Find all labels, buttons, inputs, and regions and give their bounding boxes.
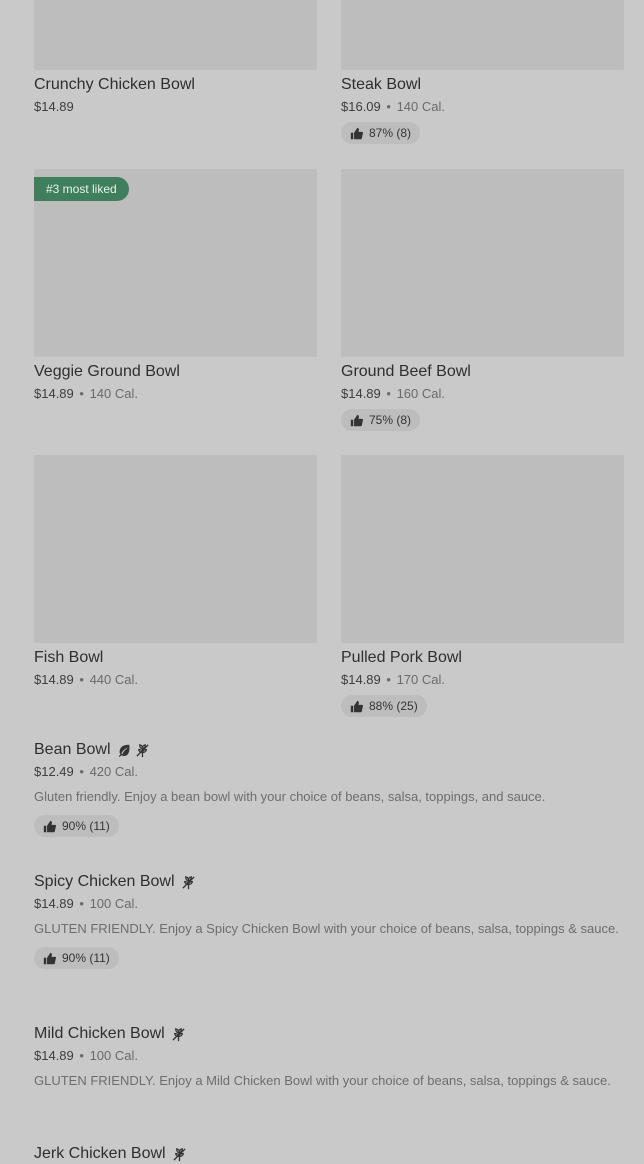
item-meta: $14.89 bbox=[34, 100, 317, 114]
list-item[interactable]: Bean Bowl $12.49 • 420 Cal. Gluten frien… bbox=[34, 741, 624, 838]
item-price: $14.89 bbox=[34, 672, 74, 687]
item-price: $14.89 bbox=[341, 386, 381, 401]
thumbs-up-icon bbox=[350, 700, 363, 713]
item-name: Fish Bowl bbox=[34, 649, 104, 666]
separator: • bbox=[79, 672, 84, 687]
rating-value: 90% (11) bbox=[62, 951, 110, 965]
item-name: Mild Chicken Bowl bbox=[34, 1025, 165, 1042]
item-calories: 440 Cal. bbox=[89, 672, 138, 687]
item-meta: $14.89 • 160 Cal. bbox=[341, 387, 624, 401]
menu-card[interactable]: #3 most liked Veggie Ground Bowl $14.89 … bbox=[34, 169, 317, 401]
item-calories: 140 Cal. bbox=[396, 99, 445, 114]
separator: • bbox=[79, 386, 84, 401]
thumbs-up-icon bbox=[43, 820, 56, 833]
rating-pill: 88% (25) bbox=[341, 695, 427, 717]
list-item[interactable]: Spicy Chicken Bowl $14.89 • 100 Cal. GLU… bbox=[34, 873, 624, 970]
item-price: $14.89 bbox=[34, 896, 74, 911]
item-name-row: Spicy Chicken Bowl bbox=[34, 873, 624, 891]
item-name-row: Mild Chicken Bowl bbox=[34, 1025, 624, 1043]
menu-card[interactable]: Pulled Pork Bowl $14.89 • 170 Cal. 88% (… bbox=[341, 455, 624, 718]
item-image[interactable] bbox=[34, 455, 317, 643]
item-meta: $12.49 • 420 Cal. bbox=[34, 765, 624, 779]
item-name: Ground Beef Bowl bbox=[341, 363, 471, 380]
separator: • bbox=[386, 672, 391, 687]
item-price: $14.89 bbox=[34, 99, 74, 114]
item-meta: $14.89 • 170 Cal. bbox=[341, 673, 624, 687]
item-image[interactable] bbox=[34, 0, 317, 70]
thumbs-up-icon bbox=[43, 952, 56, 965]
item-calories: 140 Cal. bbox=[89, 386, 138, 401]
item-name: Veggie Ground Bowl bbox=[34, 363, 180, 380]
rating-pill: 75% (8) bbox=[341, 409, 421, 431]
menu-card[interactable]: Ground Beef Bowl $14.89 • 160 Cal. 75% (… bbox=[341, 169, 624, 432]
item-meta: $14.89 • 140 Cal. bbox=[34, 387, 317, 401]
item-image[interactable] bbox=[341, 169, 624, 357]
item-price: $14.89 bbox=[341, 672, 381, 687]
item-image[interactable]: #3 most liked bbox=[34, 169, 317, 357]
item-price: $14.89 bbox=[34, 1048, 74, 1063]
menu-card[interactable]: Steak Bowl $16.09 • 140 Cal. 87% (8) bbox=[341, 0, 624, 145]
item-meta: $14.89 • 100 Cal. bbox=[34, 1049, 624, 1063]
item-name: Crunchy Chicken Bowl bbox=[34, 76, 195, 93]
list-item[interactable]: Jerk Chicken Bowl bbox=[34, 1145, 624, 1163]
wheat-free-icon bbox=[181, 875, 196, 890]
menu-card[interactable]: Crunchy Chicken Bowl $14.89 bbox=[34, 0, 317, 114]
leaf-icon bbox=[117, 743, 131, 757]
item-description: GLUTEN FRIENDLY. Enjoy a Spicy Chicken B… bbox=[34, 921, 619, 936]
item-image[interactable] bbox=[341, 0, 624, 70]
item-meta: $14.89 • 100 Cal. bbox=[34, 897, 624, 911]
separator: • bbox=[79, 1048, 84, 1063]
item-price: $16.09 bbox=[341, 99, 381, 114]
thumbs-up-icon bbox=[350, 414, 363, 427]
menu-card[interactable]: Fish Bowl $14.89 • 440 Cal. bbox=[34, 455, 317, 687]
item-calories: 170 Cal. bbox=[396, 672, 445, 687]
separator: • bbox=[79, 896, 84, 911]
rating-pill: 90% (11) bbox=[34, 815, 119, 837]
rating-value: 90% (11) bbox=[62, 819, 110, 833]
item-description: Gluten friendly. Enjoy a bean bowl with … bbox=[34, 789, 546, 804]
rating-pill: 90% (11) bbox=[34, 947, 119, 969]
item-calories: 100 Cal. bbox=[89, 1048, 138, 1063]
item-calories: 100 Cal. bbox=[89, 896, 138, 911]
item-name: Jerk Chicken Bowl bbox=[34, 1145, 166, 1162]
item-name: Steak Bowl bbox=[341, 76, 422, 93]
item-image[interactable] bbox=[341, 455, 624, 643]
separator: • bbox=[386, 99, 391, 114]
item-name-row: Jerk Chicken Bowl bbox=[34, 1145, 624, 1163]
item-calories: 420 Cal. bbox=[89, 764, 138, 779]
most-liked-badge: #3 most liked bbox=[34, 177, 129, 201]
item-name: Spicy Chicken Bowl bbox=[34, 873, 175, 890]
wheat-free-icon bbox=[135, 743, 150, 758]
item-name: Bean Bowl bbox=[34, 741, 111, 758]
item-meta: $16.09 • 140 Cal. bbox=[341, 100, 624, 114]
rating-pill: 87% (8) bbox=[341, 122, 421, 144]
thumbs-up-icon bbox=[350, 127, 363, 140]
list-item[interactable]: Mild Chicken Bowl $14.89 • 100 Cal. GLUT… bbox=[34, 1025, 624, 1091]
rating-value: 75% (8) bbox=[369, 413, 412, 427]
item-name-row: Bean Bowl bbox=[34, 741, 624, 759]
separator: • bbox=[79, 764, 84, 779]
item-description: GLUTEN FRIENDLY. Enjoy a Mild Chicken Bo… bbox=[34, 1073, 611, 1088]
item-meta: $14.89 • 440 Cal. bbox=[34, 673, 317, 687]
item-name: Pulled Pork Bowl bbox=[341, 649, 462, 666]
separator: • bbox=[386, 386, 391, 401]
rating-value: 87% (8) bbox=[369, 126, 412, 140]
item-price: $14.89 bbox=[34, 386, 74, 401]
item-price: $12.49 bbox=[34, 764, 74, 779]
item-calories: 160 Cal. bbox=[396, 386, 445, 401]
wheat-free-icon bbox=[171, 1027, 186, 1042]
wheat-free-icon bbox=[172, 1147, 187, 1162]
rating-value: 88% (25) bbox=[369, 699, 418, 713]
